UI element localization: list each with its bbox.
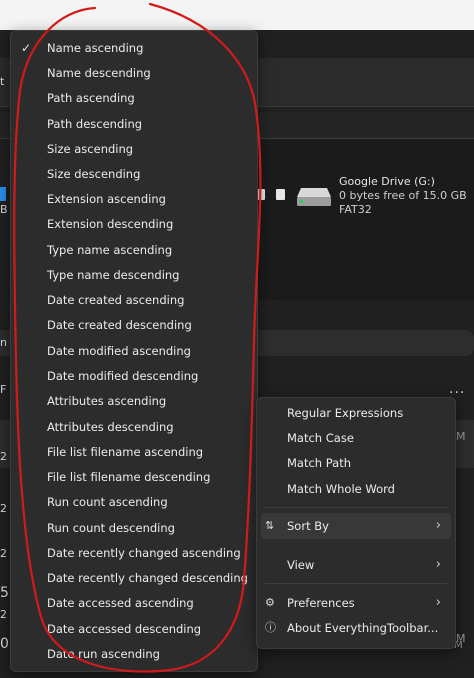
sort-option-label: Size descending: [47, 167, 141, 181]
selection-marker: [0, 187, 6, 201]
sort-option-label: Date modified ascending: [47, 344, 191, 358]
edge-text: 2: [0, 547, 7, 560]
sort-option-date-modified-ascending[interactable]: Date modified ascending: [11, 339, 257, 363]
sort-option-date-modified-descending[interactable]: Date modified descending: [11, 364, 257, 388]
edge-text: 5: [0, 585, 9, 601]
sort-option-label: Run count ascending: [47, 495, 168, 509]
match-case-toggle[interactable]: Match Case: [261, 425, 451, 451]
chevron-right-icon: ›: [435, 518, 441, 533]
chevron-right-icon: ›: [435, 557, 441, 572]
sort-option-label: Date run ascending: [47, 647, 160, 661]
regular-expressions-toggle[interactable]: Regular Expressions: [261, 400, 451, 426]
sort-option-label: Date accessed descending: [47, 622, 202, 636]
info-icon: ⓘ: [265, 621, 276, 634]
sort-option-size-ascending[interactable]: Size ascending: [11, 137, 257, 161]
sort-option-path-descending[interactable]: Path descending: [11, 112, 257, 136]
sort-option-date-recently-changed-ascending[interactable]: Date recently changed ascending: [11, 541, 257, 565]
sort-option-label: Attributes descending: [47, 420, 174, 434]
sort-option-size-descending[interactable]: Size descending: [11, 162, 257, 186]
row-time-fragment: M: [456, 430, 466, 443]
drive-panel: [255, 140, 474, 300]
sort-option-date-run-ascending[interactable]: Date run ascending: [11, 642, 257, 666]
sort-option-label: Path descending: [47, 117, 143, 131]
check-icon: ✓: [21, 41, 32, 55]
menu-item-label: Match Case: [287, 431, 354, 445]
sort-by-menu-item[interactable]: ⇅ Sort By ›: [261, 513, 451, 539]
sort-option-label: Date recently changed ascending: [47, 546, 241, 560]
sort-option-extension-ascending[interactable]: Extension ascending: [11, 187, 257, 211]
more-options-icon[interactable]: ...: [449, 381, 465, 397]
edge-text: t: [0, 75, 5, 88]
sort-option-date-accessed-ascending[interactable]: Date accessed ascending: [11, 591, 257, 615]
menu-separator: [265, 507, 447, 508]
sort-option-label: Date created ascending: [47, 293, 185, 307]
preferences-menu-item[interactable]: ⚙ Preferences ›: [261, 590, 451, 616]
sort-option-label: Type name ascending: [47, 243, 173, 257]
sort-option-date-recently-changed-descending[interactable]: Date recently changed descending: [11, 566, 257, 590]
view-menu-item[interactable]: View ›: [261, 552, 451, 578]
sort-option-path-ascending[interactable]: Path ascending: [11, 86, 257, 110]
sort-option-type-name-ascending[interactable]: Type name ascending: [11, 238, 257, 262]
sort-icon: ⇅: [265, 519, 275, 532]
edge-text: n: [0, 336, 7, 349]
menu-item-label: About EverythingToolbar...: [287, 621, 439, 635]
sort-option-label: Size ascending: [47, 142, 134, 156]
sort-option-extension-descending[interactable]: Extension descending: [11, 212, 257, 236]
chevron-right-icon: ›: [435, 595, 441, 610]
sort-option-label: File list filename ascending: [47, 445, 204, 459]
sort-option-date-accessed-descending[interactable]: Date accessed descending: [11, 617, 257, 641]
sort-option-label: Path ascending: [47, 91, 135, 105]
menu-item-label: Match Whole Word: [287, 482, 395, 496]
drive-icon: [297, 188, 331, 206]
sort-option-label: Date modified descending: [47, 369, 199, 383]
sort-option-type-name-descending[interactable]: Type name descending: [11, 263, 257, 287]
sort-option-label: Date created descending: [47, 318, 192, 332]
sort-option-label: Name ascending: [47, 41, 144, 55]
context-menu: Regular Expressions Match Case Match Pat…: [256, 397, 456, 649]
menu-item-label: View: [287, 558, 315, 572]
drive-filesystem: FAT32: [339, 203, 372, 216]
menu-separator: [265, 583, 447, 584]
sort-option-file-list-filename-descending[interactable]: File list filename descending: [11, 465, 257, 489]
sort-option-label: Date recently changed descending: [47, 571, 248, 585]
edge-text: F: [0, 383, 7, 396]
window-titlebar: [0, 0, 474, 30]
checkbox[interactable]: [276, 189, 285, 200]
menu-item-label: Regular Expressions: [287, 406, 404, 420]
sort-option-label: Date accessed ascending: [47, 596, 194, 610]
about-menu-item[interactable]: ⓘ About EverythingToolbar...: [261, 615, 451, 641]
match-whole-word-toggle[interactable]: Match Whole Word: [261, 476, 451, 502]
sort-option-run-count-ascending[interactable]: Run count ascending: [11, 490, 257, 514]
sort-option-label: Run count descending: [47, 521, 175, 535]
edge-text: B: [0, 203, 8, 216]
sort-option-label: Extension descending: [47, 217, 174, 231]
match-path-toggle[interactable]: Match Path: [261, 450, 451, 476]
gear-icon: ⚙: [265, 596, 275, 609]
menu-item-label: Match Path: [287, 456, 352, 470]
sort-option-label: File list filename descending: [47, 470, 211, 484]
menu-item-label: Sort By: [287, 519, 329, 533]
edge-text: 2: [0, 608, 7, 621]
edge-text: 2: [0, 502, 7, 515]
sort-option-run-count-descending[interactable]: Run count descending: [11, 516, 257, 540]
drive-name: Google Drive (G:): [339, 175, 435, 188]
edge-text: 2: [0, 450, 7, 463]
menu-item-label: Preferences: [287, 596, 355, 610]
sort-option-label: Extension ascending: [47, 192, 166, 206]
sort-option-label: Attributes ascending: [47, 394, 167, 408]
sort-option-attributes-ascending[interactable]: Attributes ascending: [11, 389, 257, 413]
sort-option-date-created-ascending[interactable]: Date created ascending: [11, 288, 257, 312]
sort-option-label: Name descending: [47, 66, 151, 80]
sort-option-name-descending[interactable]: Name descending: [11, 61, 257, 85]
drive-free-space: 0 bytes free of 15.0 GB: [339, 189, 467, 202]
edge-text: 0: [0, 636, 9, 652]
sort-option-label: Type name descending: [47, 268, 180, 282]
sort-option-name-ascending[interactable]: ✓ Name ascending: [11, 36, 257, 60]
sort-option-attributes-descending[interactable]: Attributes descending: [11, 415, 257, 439]
sort-option-date-created-descending[interactable]: Date created descending: [11, 313, 257, 337]
sort-option-file-list-filename-ascending[interactable]: File list filename ascending: [11, 440, 257, 464]
sort-by-menu: ✓ Name ascending Name descending Path as…: [10, 30, 258, 672]
